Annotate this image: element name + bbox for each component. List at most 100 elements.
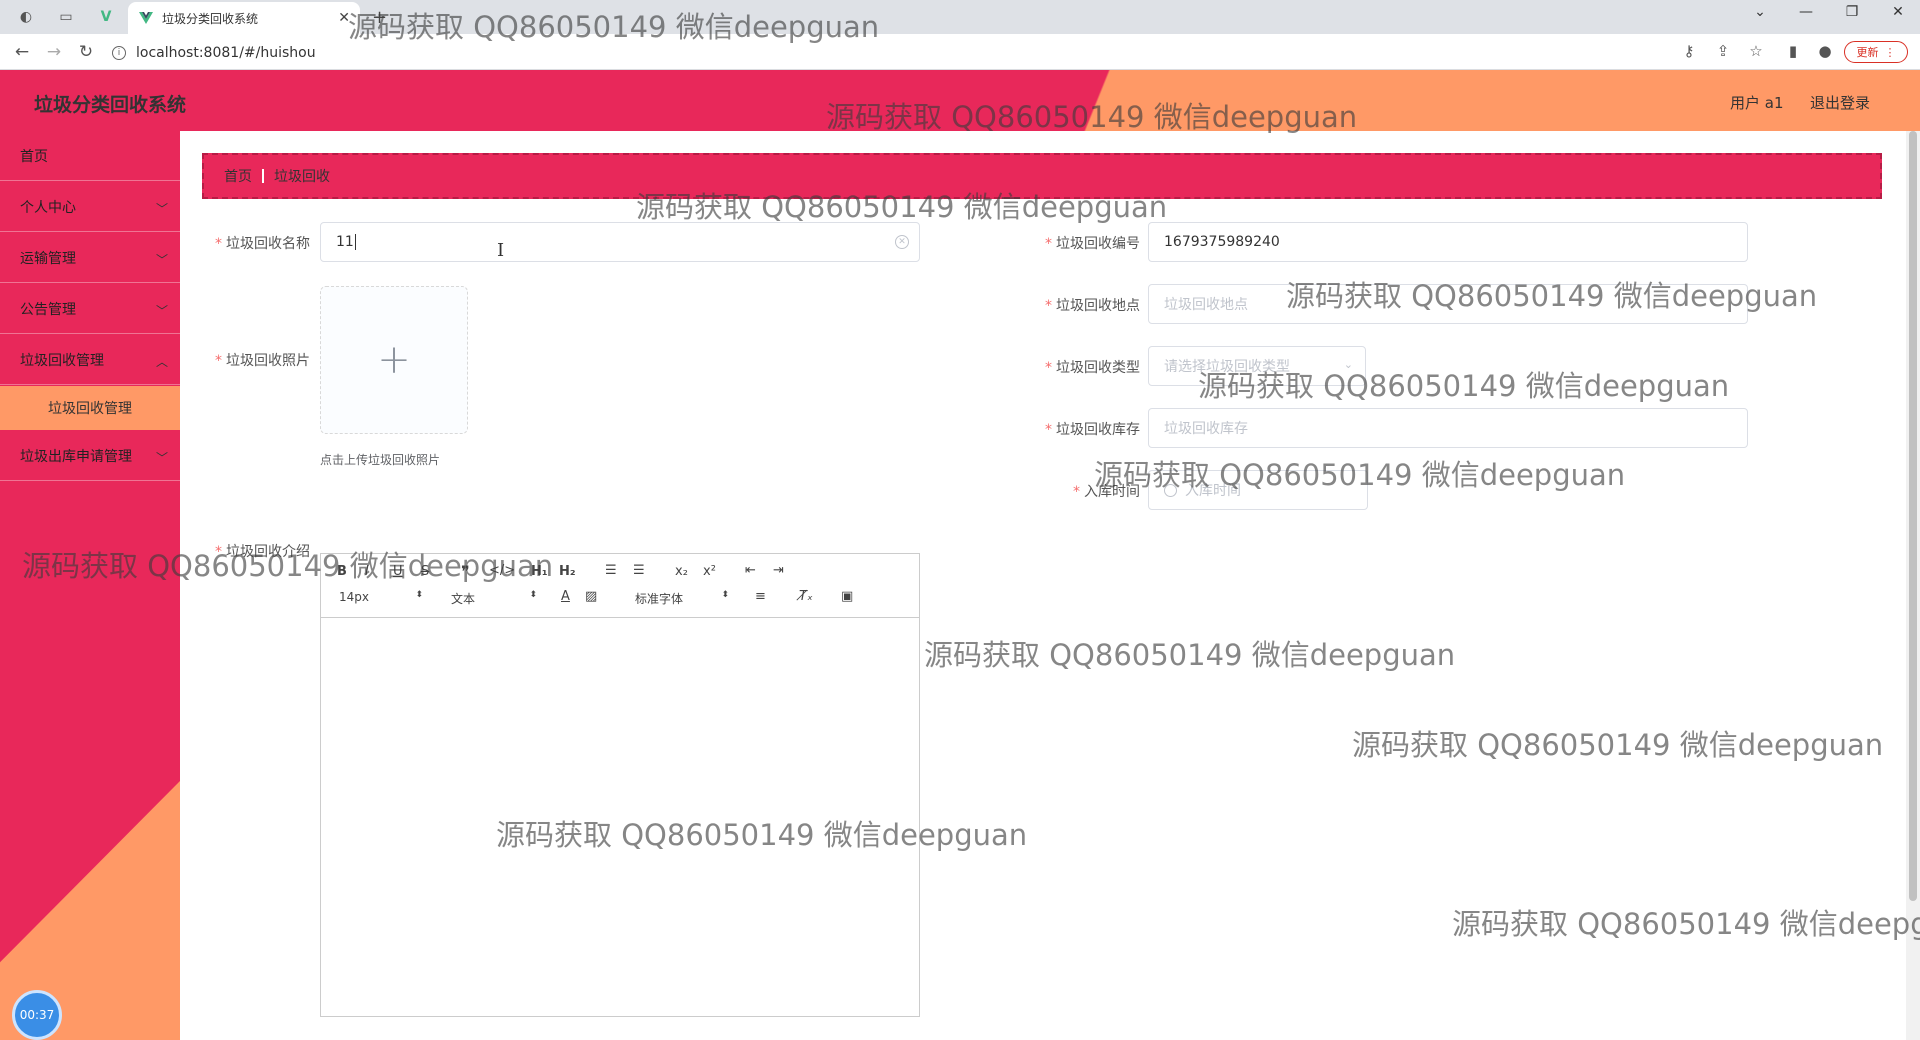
page-scrollbar[interactable]: [1906, 131, 1920, 1040]
rich-text-editor[interactable]: B I U S ❞ </> H₁ H₂ ☰ ☰ x₂ x² ⇤ ⇥ 14px ⬍ …: [320, 553, 920, 1017]
code-icon[interactable]: </>: [489, 563, 515, 578]
image-icon[interactable]: ▣: [841, 589, 853, 604]
indent-icon[interactable]: ⇥: [773, 563, 784, 578]
vue-favicon-icon: [139, 12, 153, 24]
browser-update-button[interactable]: 更新 ⋮: [1844, 41, 1908, 63]
stock-placeholder: 垃圾回收库存: [1164, 421, 1248, 437]
tab-search-icon[interactable]: ⌄: [1740, 4, 1780, 20]
quote-icon[interactable]: ❞: [461, 562, 470, 581]
name-label: * 垃圾回收名称: [215, 236, 310, 252]
reload-icon[interactable]: ↻: [74, 41, 98, 63]
vue-tab-icon[interactable]: V: [92, 6, 120, 28]
browser-tab-icon[interactable]: ▭: [52, 6, 80, 28]
restore-icon[interactable]: ❐: [1832, 4, 1872, 20]
time-label: * 入库时间: [1073, 484, 1140, 500]
site-info-icon[interactable]: i: [112, 46, 126, 60]
chevron-down-icon: ﹀: [155, 202, 168, 216]
clear-icon[interactable]: ✕: [895, 235, 909, 249]
photo-label: * 垃圾回收照片: [215, 353, 310, 369]
align-icon[interactable]: ≡: [755, 589, 766, 604]
browser-tab-strip: ◐ ▭ V 垃圾分类回收系统 ✕ + ⌄ — ❐ ✕: [0, 0, 1920, 34]
sidebar-subitem-recycle-manage[interactable]: 垃圾回收管理: [0, 386, 180, 430]
scroll-thumb[interactable]: [1909, 131, 1917, 901]
stock-input[interactable]: 垃圾回收库存: [1148, 408, 1748, 448]
bookmark-star-icon[interactable]: ☆: [1745, 42, 1767, 60]
breadcrumb-separator: [262, 169, 264, 183]
text-type-select[interactable]: 文本 ⬍: [451, 590, 537, 607]
sidebar-item-transport[interactable]: 运输管理 ﹀: [0, 233, 180, 283]
tab-close-icon[interactable]: ✕: [338, 10, 350, 26]
location-input[interactable]: 垃圾回收地点: [1148, 284, 1748, 324]
share-icon[interactable]: ⇪: [1712, 42, 1734, 60]
font-family-select[interactable]: 标准字体 ⬍: [635, 590, 729, 607]
underline-icon[interactable]: U: [393, 564, 403, 579]
back-icon[interactable]: ←: [10, 41, 34, 63]
sidebar-item-label: 垃圾出库申请管理: [20, 448, 132, 465]
key-icon[interactable]: ⚷: [1678, 42, 1700, 60]
heading1-icon[interactable]: H₁: [531, 564, 548, 579]
breadcrumb-home[interactable]: 首页: [224, 166, 252, 186]
sidebar-item-personal-center[interactable]: 个人中心 ﹀: [0, 182, 180, 232]
watermark: 源码获取 QQ86050149 微信deepguan: [924, 638, 1456, 672]
editor-toolbar: B I U S ❞ </> H₁ H₂ ☰ ☰ x₂ x² ⇤ ⇥ 14px ⬍ …: [321, 554, 919, 618]
clock-icon: [1164, 483, 1177, 497]
browser-active-tab[interactable]: 垃圾分类回收系统 ✕: [128, 2, 360, 34]
font-size-select[interactable]: 14px ⬍: [339, 590, 423, 604]
heading2-icon[interactable]: H₂: [559, 564, 576, 579]
logout-link[interactable]: 退出登录: [1810, 92, 1870, 113]
font-color-icon[interactable]: A: [561, 589, 570, 604]
side-panel-icon[interactable]: ▮: [1782, 42, 1804, 60]
new-tab-icon[interactable]: +: [372, 7, 387, 28]
sidebar-item-label: 个人中心: [20, 199, 76, 216]
sidebar-item-label: 运输管理: [20, 250, 76, 267]
code-label: * 垃圾回收编号: [1045, 236, 1140, 252]
sidebar-item-outbound[interactable]: 垃圾出库申请管理 ﹀: [0, 431, 180, 481]
watermark: 源码获取 QQ86050149 微信deepguan: [1452, 907, 1920, 941]
browser-tab-icon[interactable]: ◐: [12, 6, 40, 28]
strike-icon[interactable]: S: [421, 564, 429, 579]
type-select[interactable]: 请选择垃圾回收类型 ⌄: [1148, 346, 1366, 386]
sidebar-item-home[interactable]: 首页: [0, 131, 180, 181]
chevron-up-icon: ︿: [155, 355, 168, 369]
forward-icon[interactable]: →: [42, 41, 66, 63]
chevron-down-icon: ﹀: [155, 304, 168, 318]
outdent-icon[interactable]: ⇤: [745, 563, 756, 578]
code-input[interactable]: 1679375989240: [1148, 222, 1748, 262]
superscript-icon[interactable]: x²: [703, 564, 716, 579]
name-value: 11: [336, 234, 354, 250]
bold-icon[interactable]: B: [337, 564, 347, 579]
background-color-icon[interactable]: ▨: [585, 589, 597, 604]
tab-title: 垃圾分类回收系统: [162, 11, 259, 26]
sidebar-item-recycle[interactable]: 垃圾回收管理 ︿: [0, 335, 180, 385]
profile-icon[interactable]: ●: [1814, 42, 1836, 60]
minimize-icon[interactable]: —: [1786, 4, 1826, 20]
stock-label: * 垃圾回收库存: [1045, 422, 1140, 438]
sidebar-item-label: 垃圾回收管理: [20, 352, 104, 369]
time-placeholder: 入库时间: [1185, 483, 1241, 499]
update-label: 更新: [1856, 46, 1879, 59]
watermark: 源码获取 QQ86050149 微信deepguan: [1352, 728, 1884, 762]
breadcrumb: 首页 垃圾回收: [202, 153, 1882, 199]
plus-icon: +: [377, 337, 411, 383]
bullet-list-icon[interactable]: ☰: [633, 563, 645, 578]
mouse-cursor: I: [497, 240, 505, 261]
location-label: * 垃圾回收地点: [1045, 298, 1140, 314]
url-text: localhost:8081/#/huishou: [136, 45, 316, 61]
sidebar-item-notice[interactable]: 公告管理 ﹀: [0, 284, 180, 334]
chevron-down-icon: ⌄: [1343, 358, 1353, 371]
subscript-icon[interactable]: x₂: [675, 564, 688, 579]
intro-label: * 垃圾回收介绍: [215, 544, 310, 560]
photo-upload-button[interactable]: +: [320, 286, 468, 434]
italic-icon[interactable]: I: [365, 564, 369, 579]
ordered-list-icon[interactable]: ☰: [605, 563, 617, 578]
recording-timer[interactable]: 00:37: [12, 990, 62, 1040]
type-label: * 垃圾回收类型: [1045, 360, 1140, 376]
url-field[interactable]: i localhost:8081/#/huishou: [112, 40, 1672, 66]
name-input[interactable]: 11 ✕: [320, 222, 920, 262]
address-bar: ← → ↻ i localhost:8081/#/huishou ⚷ ⇪ ☆ ▮…: [0, 34, 1920, 70]
chevron-down-icon: ﹀: [155, 253, 168, 267]
window-close-icon[interactable]: ✕: [1878, 4, 1918, 20]
type-placeholder: 请选择垃圾回收类型: [1164, 359, 1290, 375]
clear-format-icon[interactable]: T̸ₓ: [799, 589, 813, 604]
time-picker[interactable]: 入库时间: [1148, 470, 1368, 510]
